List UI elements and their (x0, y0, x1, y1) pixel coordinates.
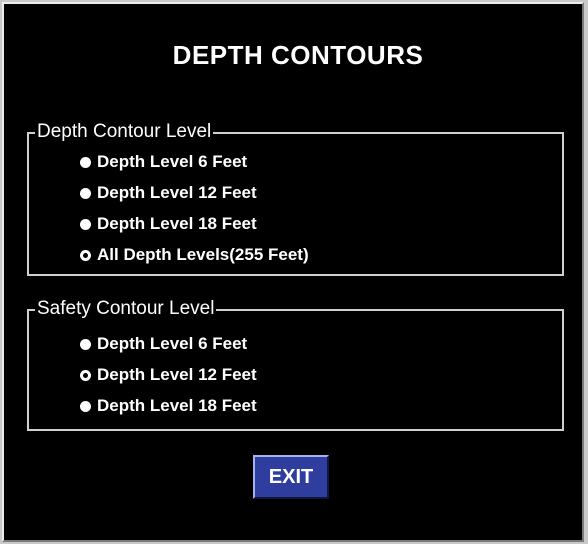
option-label: Depth Level 18 Feet (97, 214, 257, 233)
radio-selected-icon[interactable] (80, 249, 91, 261)
option-label: Depth Level 6 Feet (97, 152, 248, 171)
option-label: Depth Level 18 Feet (97, 396, 257, 415)
radio-unselected-icon[interactable] (80, 400, 91, 412)
radio-unselected-icon[interactable] (80, 156, 91, 168)
depth-contour-level-legend: Depth Contour Level (35, 121, 214, 143)
safety-option-6-feet[interactable]: Depth Level 6 Feet (80, 334, 247, 354)
safety-option-18-feet[interactable]: Depth Level 18 Feet (80, 396, 257, 416)
safety-contour-level-legend: Safety Contour Level (35, 298, 217, 320)
option-label: Depth Level 6 Feet (97, 334, 248, 353)
depth-option-18-feet[interactable]: Depth Level 18 Feet (80, 214, 257, 234)
depth-option-all-levels[interactable]: All Depth Levels(255 Feet) (80, 245, 309, 265)
option-label: Depth Level 12 Feet (97, 183, 257, 202)
exit-button[interactable]: EXIT (253, 455, 329, 499)
radio-unselected-icon[interactable] (80, 338, 91, 350)
radio-selected-icon[interactable] (80, 369, 91, 381)
safety-option-12-feet[interactable]: Depth Level 12 Feet (80, 365, 257, 385)
depth-option-12-feet[interactable]: Depth Level 12 Feet (80, 183, 257, 203)
safety-contour-level-group: Safety Contour Level Depth Level 6 Feet … (27, 298, 564, 431)
option-label: Depth Level 12 Feet (97, 365, 257, 384)
option-label: All Depth Levels(255 Feet) (97, 245, 309, 264)
radio-unselected-icon[interactable] (80, 187, 91, 199)
depth-contours-dialog: DEPTH CONTOURS Depth Contour Level Depth… (2, 2, 584, 542)
dialog-title: DEPTH CONTOURS (172, 40, 424, 70)
radio-unselected-icon[interactable] (80, 218, 91, 230)
depth-contour-level-group: Depth Contour Level Depth Level 6 Feet D… (27, 121, 564, 276)
depth-option-6-feet[interactable]: Depth Level 6 Feet (80, 152, 247, 172)
